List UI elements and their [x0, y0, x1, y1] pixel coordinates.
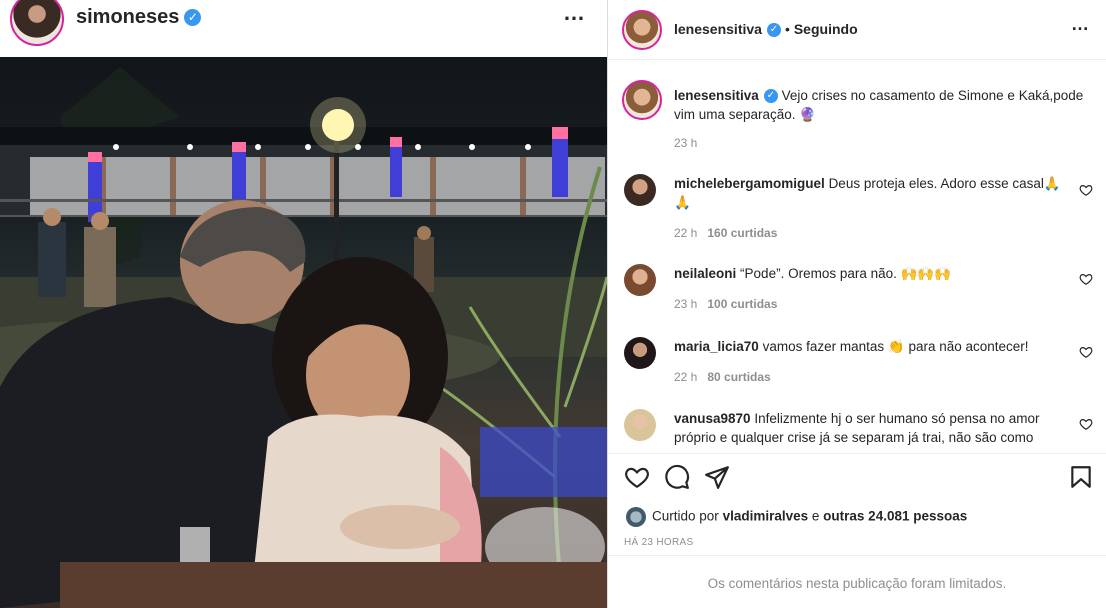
- comment-meta: 22 h 160 curtidas: [674, 226, 777, 240]
- author-avatar[interactable]: [622, 10, 662, 50]
- post-media-column: simoneses ✓ …: [0, 0, 607, 608]
- post-photo-illustration: [0, 67, 607, 608]
- comment-likes[interactable]: 100 curtidas: [707, 297, 777, 311]
- instagram-post-view: simoneses ✓ … lenesensitiva ✓ • Seguindo…: [0, 0, 1106, 608]
- comment-meta: 23 h 100 curtidas: [674, 297, 777, 311]
- comments-limited-notice: Os comentários nesta publicação foram li…: [608, 555, 1106, 608]
- comment-text: vanusa9870 Infelizmente hj o ser humano …: [674, 411, 1040, 445]
- bookmark-icon[interactable]: [1068, 464, 1094, 490]
- post-photo[interactable]: [0, 57, 607, 608]
- comment-username[interactable]: neilaleoni: [674, 266, 736, 281]
- comment-likes[interactable]: 160 curtidas: [707, 226, 777, 240]
- caption-avatar[interactable]: [622, 80, 662, 120]
- comment-text: neilaleoni “Pode”. Oremos para não. 🙌🙌🙌: [674, 266, 952, 281]
- comments-scroll-area[interactable]: lenesensitiva ✓ Vejo crises no casamento …: [608, 61, 1106, 453]
- follow-status-button[interactable]: Seguindo: [794, 21, 858, 37]
- author-username[interactable]: lenesensitiva: [674, 21, 762, 37]
- post-owner-username[interactable]: simoneses ✓: [76, 6, 202, 29]
- verified-icon: ✓: [763, 89, 778, 104]
- heart-icon[interactable]: [624, 464, 650, 490]
- comment-avatar[interactable]: [624, 264, 656, 296]
- verified-icon: ✓: [184, 9, 202, 27]
- comment-time[interactable]: 23 h: [674, 297, 697, 311]
- post-media-header: simoneses ✓ …: [0, 0, 607, 57]
- more-icon[interactable]: …: [563, 0, 586, 26]
- caption-username[interactable]: lenesensitiva: [674, 88, 759, 103]
- share-icon[interactable]: [704, 464, 730, 490]
- verified-icon: ✓: [766, 23, 781, 38]
- post-details-panel: lenesensitiva ✓ • Seguindo … lenesensitiva ✓…: [608, 0, 1106, 608]
- heart-icon[interactable]: [1079, 183, 1093, 197]
- comment-username[interactable]: vanusa9870: [674, 411, 751, 426]
- liked-by-user[interactable]: vladimiralves: [723, 509, 809, 524]
- post-time-ago[interactable]: HÁ 23 HORAS: [624, 537, 693, 548]
- comment-avatar[interactable]: [624, 409, 656, 441]
- post-actions: Curtido por vladimiralves e outras 24.08…: [608, 453, 1106, 555]
- comment-time[interactable]: 22 h: [674, 226, 697, 240]
- heart-icon[interactable]: [1079, 417, 1093, 431]
- caption-text: lenesensitiva ✓ Vejo crises no casamento …: [674, 86, 1084, 124]
- liked-by-avatar[interactable]: [626, 507, 646, 527]
- heart-icon[interactable]: [1079, 272, 1093, 286]
- comment-likes[interactable]: 80 curtidas: [707, 370, 770, 384]
- post-author-header: lenesensitiva ✓ • Seguindo …: [608, 0, 1106, 60]
- comment-meta: 22 h 80 curtidas: [674, 370, 771, 384]
- liked-by-line: Curtido por vladimiralves e outras 24.08…: [626, 507, 967, 527]
- comment-avatar[interactable]: [624, 337, 656, 369]
- more-icon[interactable]: …: [1071, 14, 1090, 35]
- author-line: lenesensitiva ✓ • Seguindo: [674, 21, 858, 38]
- liked-by-others[interactable]: outras 24.081 pessoas: [823, 509, 967, 524]
- comment-text: maria_licia70 vamos fazer mantas 👏 para …: [674, 339, 1029, 354]
- separator-dot: •: [784, 21, 790, 37]
- comment-avatar[interactable]: [624, 174, 656, 206]
- caption-time[interactable]: 23 h: [674, 136, 697, 150]
- heart-icon[interactable]: [1079, 345, 1093, 359]
- comment-time[interactable]: 22 h: [674, 370, 697, 384]
- post-owner-avatar[interactable]: [10, 0, 64, 46]
- comment-text: michelebergamomiguel Deus proteja eles. …: [674, 176, 1061, 210]
- comment-username[interactable]: maria_licia70: [674, 339, 759, 354]
- comment-icon[interactable]: [664, 464, 690, 490]
- comment-username[interactable]: michelebergamomiguel: [674, 176, 825, 191]
